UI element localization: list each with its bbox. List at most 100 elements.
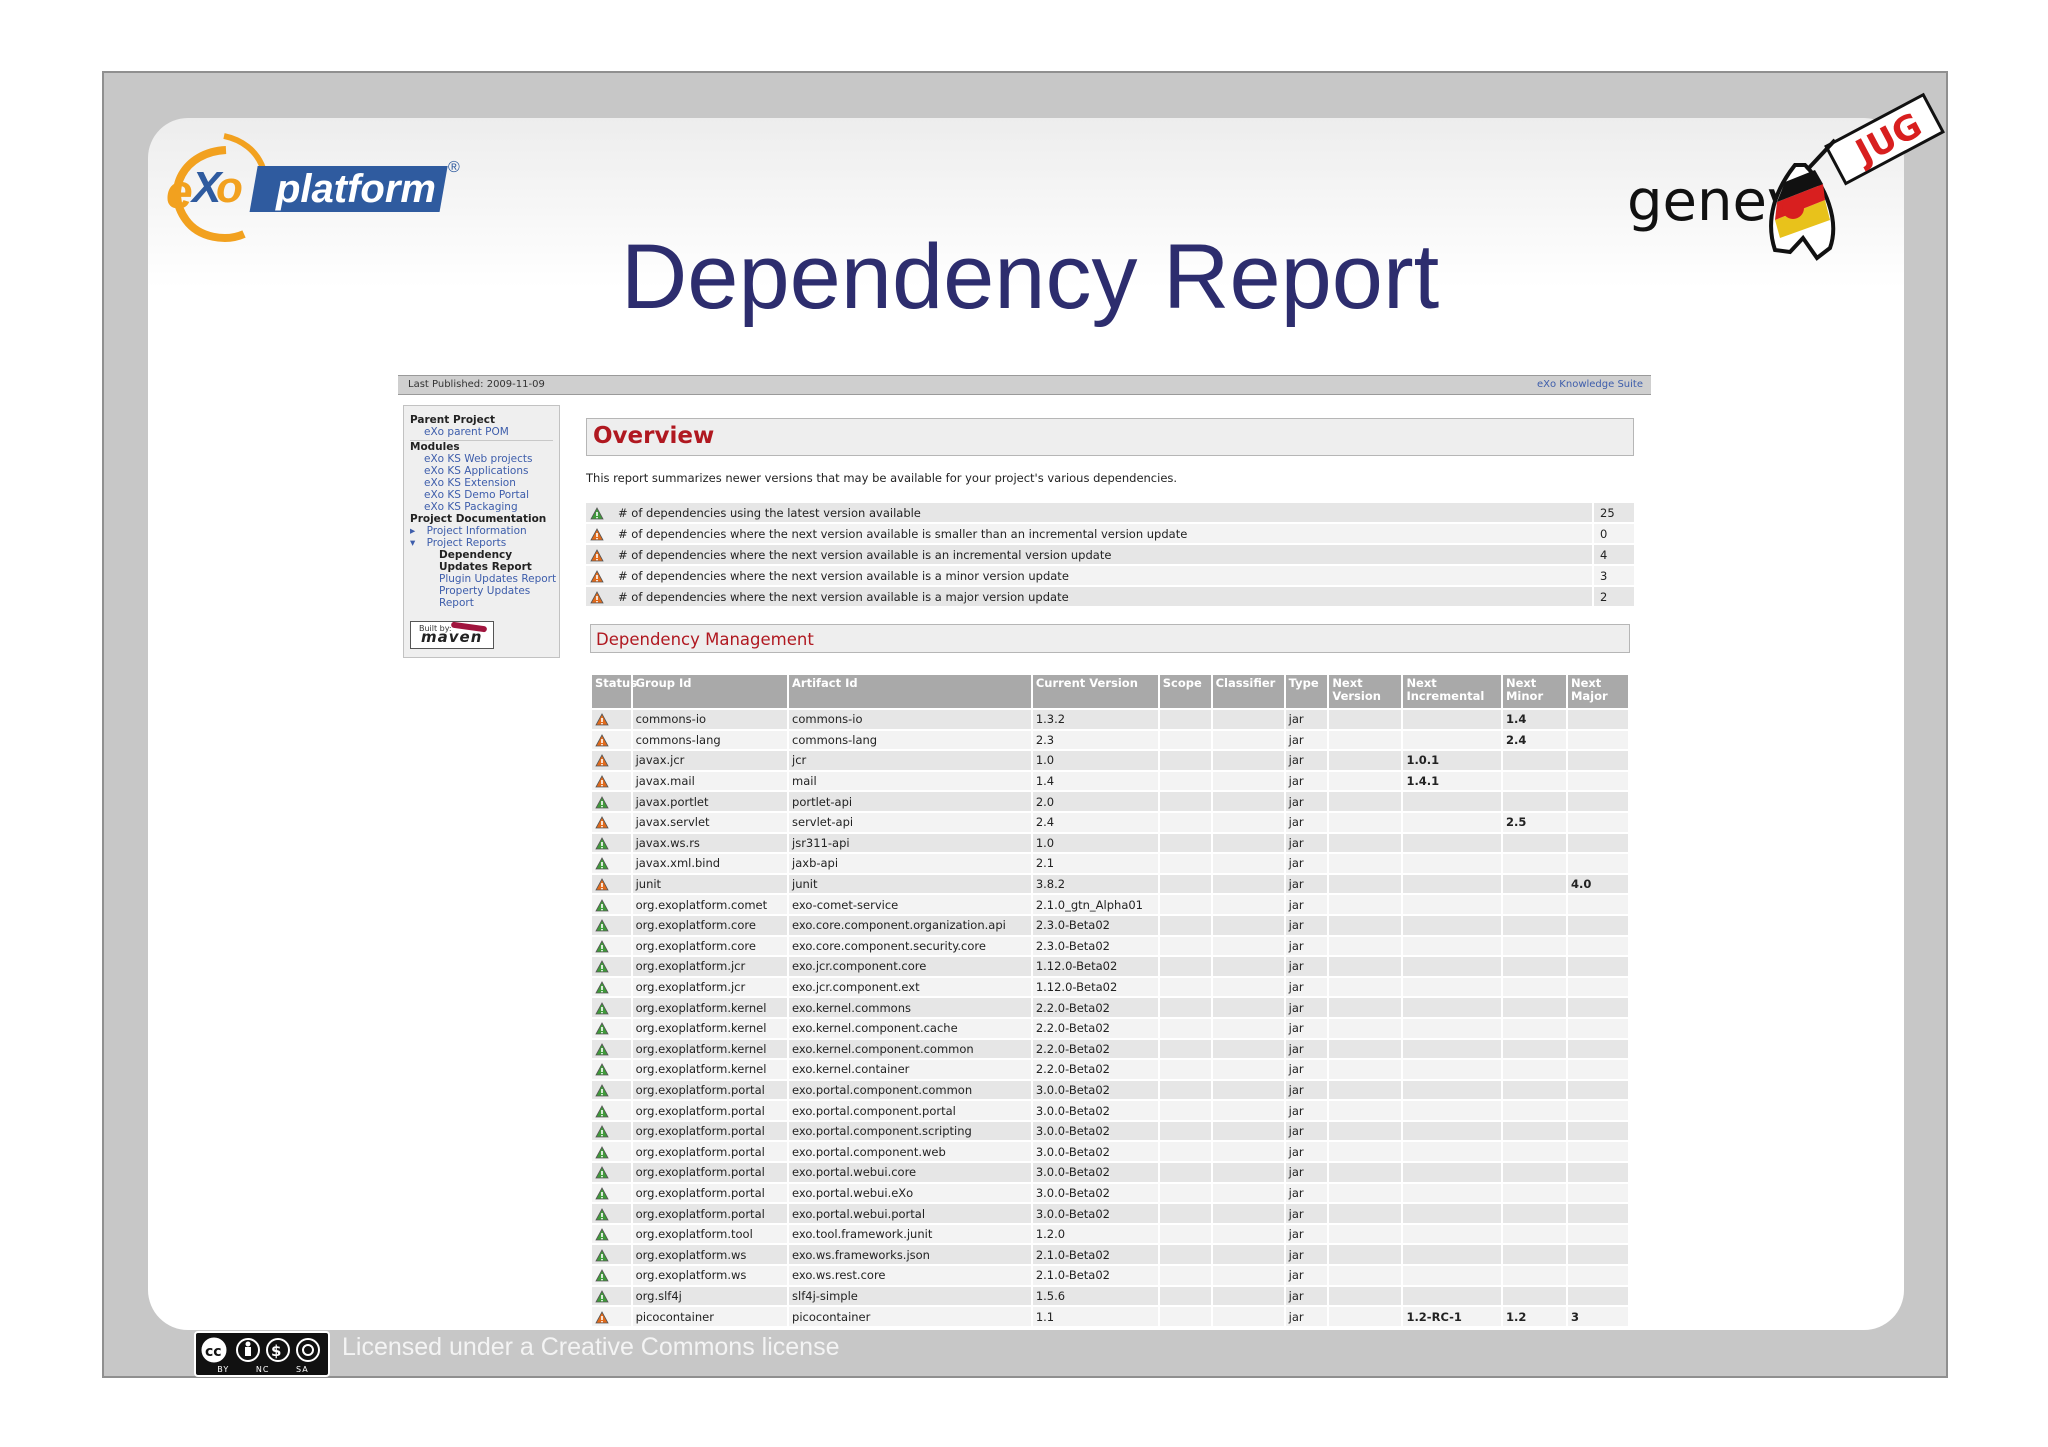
next-version-cell	[1329, 895, 1402, 914]
dependency-row: org.exoplatform.core exo.core.component.o…	[592, 915, 1628, 935]
next-incremental-cell: 1.2-RC-1	[1403, 1307, 1501, 1326]
next-incremental-cell	[1403, 833, 1501, 853]
next-major-cell	[1567, 1163, 1628, 1182]
built-by-maven-badge[interactable]: Built by: maven	[410, 621, 494, 649]
ok-status-icon	[595, 1022, 609, 1035]
next-incremental-cell	[1403, 874, 1501, 894]
sidebar-link-property-updates-2[interactable]: Report	[410, 597, 559, 609]
classifier-cell	[1212, 710, 1284, 729]
ok-status-icon	[590, 506, 604, 519]
scope-cell	[1159, 895, 1211, 914]
classifier-cell	[1212, 977, 1284, 997]
sidebar-link-plugin-updates[interactable]: Plugin Updates Report	[410, 573, 559, 585]
status-cell	[592, 1286, 631, 1306]
sidebar-link-property-updates[interactable]: Property Updates	[410, 585, 559, 597]
slide-title: Dependency Report	[620, 226, 1440, 328]
group-id-cell: javax.servlet	[632, 812, 788, 832]
next-major-cell: 4.0	[1567, 874, 1628, 894]
svg-text:o: o	[216, 163, 243, 212]
type-cell: jar	[1285, 1163, 1328, 1182]
scope-cell	[1159, 730, 1211, 750]
sidebar-link-parent-pom[interactable]: eXo parent POM	[410, 426, 559, 438]
dependency-row: javax.portlet portlet-api 2.0 jar	[592, 792, 1628, 811]
artifact-id-cell: jcr	[789, 751, 1031, 770]
sidebar-current-line-2: Updates Report	[439, 561, 532, 573]
scope-cell	[1159, 936, 1211, 956]
next-version-cell	[1329, 998, 1402, 1017]
ok-status-icon	[595, 795, 609, 809]
current-version-cell: 3.0.0-Beta02	[1032, 1121, 1158, 1141]
next-version-cell	[1329, 730, 1402, 750]
dependency-row: org.exoplatform.jcr exo.jcr.component.ext…	[592, 977, 1628, 997]
artifact-id-cell: exo.jcr.component.core	[789, 957, 1031, 976]
next-version-cell	[1329, 1121, 1402, 1141]
group-id-cell: org.exoplatform.jcr	[632, 957, 788, 976]
group-id-cell: org.exoplatform.kernel	[632, 1060, 788, 1079]
next-incremental-cell	[1403, 1224, 1501, 1244]
dependency-row: org.exoplatform.tool exo.tool.framework.j…	[592, 1224, 1628, 1244]
sidebar-module-applications[interactable]: eXo KS Applications	[410, 465, 559, 477]
next-minor-cell	[1502, 771, 1566, 791]
classifier-cell	[1212, 833, 1284, 853]
status-cell	[592, 730, 631, 750]
next-minor-cell	[1502, 792, 1566, 811]
next-incremental-cell	[1403, 812, 1501, 832]
current-version-cell: 1.1	[1032, 1307, 1158, 1326]
classifier-cell	[1212, 1018, 1284, 1038]
svg-text:$: $	[271, 1342, 281, 1360]
sidebar-item-project-reports[interactable]: ▾ Project Reports	[410, 537, 559, 549]
cc-label: BY	[217, 1365, 230, 1374]
dependency-row: org.exoplatform.ws exo.ws.frameworks.json…	[592, 1245, 1628, 1265]
last-published-label: Last Published: 2009-11-09	[408, 379, 545, 390]
artifact-id-cell: exo.kernel.component.common	[789, 1039, 1031, 1059]
status-cell	[592, 854, 631, 873]
ok-status-icon	[595, 857, 609, 870]
dependency-row: org.exoplatform.kernel exo.kernel.compone…	[592, 1018, 1628, 1038]
sidebar-item-project-info[interactable]: ▸ Project Information	[410, 525, 559, 537]
status-cell	[592, 1266, 631, 1285]
summary-count: 2	[1592, 587, 1634, 606]
scope-cell	[1159, 1204, 1211, 1223]
column-header: Next Major	[1567, 675, 1628, 708]
warning-status-icon	[590, 548, 604, 561]
cc-label: NC	[255, 1365, 270, 1374]
column-header: Next Version	[1329, 675, 1402, 708]
summary-row: # of dependencies where the next version…	[586, 524, 1634, 543]
next-minor-cell: 1.2	[1502, 1307, 1566, 1326]
status-cell	[592, 1163, 631, 1182]
scope-cell	[1159, 915, 1211, 935]
ok-status-icon	[595, 1001, 609, 1015]
ok-status-icon	[595, 837, 609, 850]
sidebar-module-web-projects[interactable]: eXo KS Web projects	[410, 453, 559, 465]
next-incremental-cell	[1403, 915, 1501, 935]
sidebar-current-line-1: Dependency	[439, 549, 513, 561]
current-version-cell: 2.2.0-Beta02	[1032, 1039, 1158, 1059]
sidebar-module-packaging[interactable]: eXo KS Packaging	[410, 501, 559, 513]
warning-status-icon	[590, 527, 604, 540]
next-minor-cell	[1502, 1121, 1566, 1141]
artifact-id-cell: servlet-api	[789, 812, 1031, 832]
next-minor-cell	[1502, 1060, 1566, 1079]
ok-status-icon	[595, 1187, 609, 1200]
next-major-cell	[1567, 1101, 1628, 1120]
group-id-cell: org.exoplatform.comet	[632, 895, 788, 914]
classifier-cell	[1212, 1121, 1284, 1141]
next-incremental-cell	[1403, 895, 1501, 914]
status-cell	[592, 1307, 631, 1326]
next-minor-cell	[1502, 998, 1566, 1017]
artifact-id-cell: slf4j-simple	[789, 1286, 1031, 1306]
status-cell	[592, 1101, 631, 1120]
current-version-cell: 2.1.0-Beta02	[1032, 1245, 1158, 1265]
artifact-id-cell: mail	[789, 771, 1031, 791]
suite-link[interactable]: eXo Knowledge Suite	[1537, 379, 1643, 390]
report-top-bar: Last Published: 2009-11-09 eXo Knowledge…	[398, 375, 1651, 395]
next-version-cell	[1329, 812, 1402, 832]
next-major-cell	[1567, 1286, 1628, 1306]
sidebar-module-extension[interactable]: eXo KS Extension	[410, 477, 559, 489]
sidebar-module-demo-portal[interactable]: eXo KS Demo Portal	[410, 489, 559, 501]
next-major-cell	[1567, 1060, 1628, 1079]
next-minor-cell: 2.5	[1502, 812, 1566, 832]
type-cell: jar	[1285, 957, 1328, 976]
next-incremental-cell	[1403, 854, 1501, 873]
summary-count: 4	[1592, 545, 1634, 564]
